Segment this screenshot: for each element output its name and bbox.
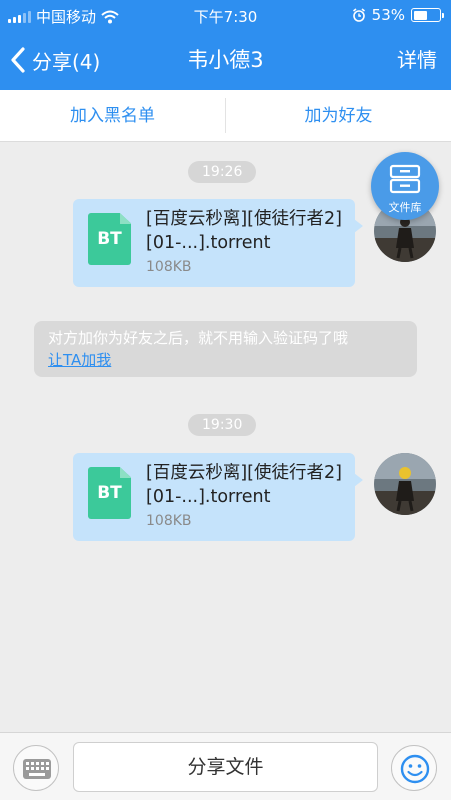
smiley-icon (400, 754, 430, 784)
detail-button[interactable]: 详情 (397, 30, 437, 90)
keyboard-button[interactable] (13, 745, 59, 791)
nav-bar: 分享(4) 韦小德3 详情 (0, 30, 451, 90)
time-badge: 19:26 (188, 161, 257, 183)
file-name: [百度云秒离][使徒行者2][01-...].torrent (146, 209, 342, 253)
bt-file-icon: BT (88, 213, 131, 265)
status-right: 53% (352, 6, 444, 24)
file-library-label: 文件库 (388, 201, 422, 214)
back-label: 分享(4) (32, 49, 101, 74)
bottom-bar: 分享文件 (0, 732, 451, 800)
battery-percent: 53% (371, 6, 405, 24)
battery-icon (411, 8, 444, 22)
file-library-button[interactable]: 文件库 (371, 152, 439, 220)
friend-notice: 对方加你为好友之后，就不用输入验证码了哦 让TA加我 (34, 321, 417, 377)
time-badge: 19:30 (188, 414, 257, 436)
drawer-icon (389, 164, 421, 194)
avatar[interactable] (374, 453, 436, 515)
emoji-button[interactable] (391, 745, 437, 791)
back-chevron-icon (11, 47, 25, 73)
ask-add-link[interactable]: 让TA加我 (48, 349, 403, 371)
status-bar: 中国移动 下午7:30 53% (0, 0, 451, 30)
file-name: [百度云秒离][使徒行者2][01-...].torrent (146, 463, 342, 507)
action-bar: 加入黑名单 加为好友 (0, 90, 451, 142)
bt-file-icon: BT (88, 467, 131, 519)
alarm-icon (352, 8, 365, 22)
file-message[interactable]: BT [百度云秒离][使徒行者2][01-...].torrent 108KB (73, 453, 363, 541)
file-message[interactable]: BT [百度云秒离][使徒行者2][01-...].torrent 108KB (73, 199, 363, 287)
share-file-button[interactable]: 分享文件 (73, 742, 378, 792)
add-friend-button[interactable]: 加为好友 (226, 90, 451, 141)
file-size: 108KB (146, 259, 192, 275)
keyboard-icon (23, 759, 51, 779)
back-button[interactable]: 分享(4) (10, 30, 100, 90)
file-size: 108KB (146, 513, 192, 529)
block-button[interactable]: 加入黑名单 (0, 90, 225, 141)
notice-text: 对方加你为好友之后，就不用输入验证码了哦 (48, 329, 349, 347)
